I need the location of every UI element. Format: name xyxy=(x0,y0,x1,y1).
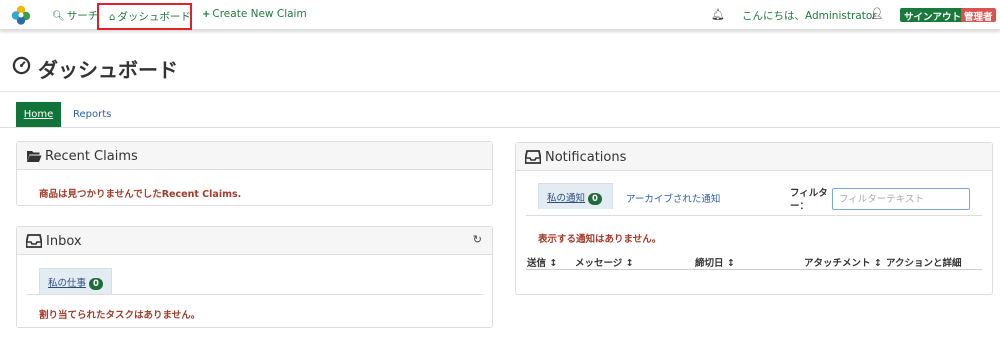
dashboard-gauge-icon xyxy=(12,56,31,75)
user-icon[interactable]: 👤︎ xyxy=(870,7,884,20)
notifications-panel: Notifications 私の通知0 アーカイブされた通知 フィルター： 表示… xyxy=(515,142,993,295)
column-header-message-label: メッセージ xyxy=(575,258,623,269)
column-header-attachment-label: アタッチメント xyxy=(804,258,871,269)
nav-dashboard-label: ダッシュボード xyxy=(117,11,191,23)
inbox-tab-divider xyxy=(27,294,483,295)
table-header-divider xyxy=(526,269,982,270)
header-divider xyxy=(0,91,1000,92)
tab-reports[interactable]: Reports xyxy=(63,102,121,127)
archived-notifications-tab[interactable]: アーカイブされた通知 xyxy=(626,191,720,205)
column-header-message[interactable]: メッセージ ↕ xyxy=(575,255,634,269)
greeting-link[interactable]: こんにちは、Administrator xyxy=(742,8,877,23)
role-badge: 管理者 xyxy=(961,8,996,23)
my-notifications-count-badge: 0 xyxy=(588,193,602,205)
tab-home[interactable]: Home xyxy=(16,102,61,127)
folder-open-icon xyxy=(27,151,42,162)
notifications-title: Notifications xyxy=(545,150,627,165)
notifications-header: Notifications xyxy=(516,143,992,171)
nav-search-label: サーチ xyxy=(66,10,99,22)
sort-icon: ↕ xyxy=(549,258,558,269)
filter-input[interactable] xyxy=(832,188,970,210)
my-tasks-count-badge: 0 xyxy=(89,278,103,290)
recent-claims-header: Recent Claims xyxy=(17,142,492,170)
column-header-sent[interactable]: 送信 ↕ xyxy=(527,255,557,269)
tab-my-notifications[interactable]: 私の通知 0 xyxy=(538,183,613,209)
inbox-panel: Inbox ↻ 私の仕事 0 割り当てられたタスクはありません。 xyxy=(16,226,493,328)
column-header-sent-label: 送信 xyxy=(527,258,547,269)
page-title: ダッシュボード xyxy=(38,58,178,82)
notifications-tab-divider xyxy=(526,215,982,216)
inbox-empty-message: 割り当てられたタスクはありません。 xyxy=(39,310,201,321)
filter-label: フィルター： xyxy=(790,188,828,212)
tabs-divider xyxy=(0,127,1000,128)
inbox-icon xyxy=(525,150,541,164)
search-icon: 🔍︎ xyxy=(52,11,65,22)
tab-my-notifications-label: 私の通知 xyxy=(547,193,586,204)
logo-icon[interactable] xyxy=(11,5,31,25)
recent-claims-title: Recent Claims xyxy=(45,149,138,164)
nav-create-label: Create New Claim xyxy=(212,8,307,20)
inbox-title: Inbox xyxy=(46,234,82,249)
inbox-header: Inbox ↻ xyxy=(17,227,492,255)
signout-button[interactable]: サインアウト xyxy=(900,8,966,23)
sort-icon: ↕ xyxy=(625,258,634,269)
recent-claims-panel: Recent Claims 商品は見つかりませんでしたRecent Claims… xyxy=(16,141,493,206)
column-header-due-date[interactable]: 締切日 ↕ xyxy=(695,255,735,269)
sort-icon: ↕ xyxy=(873,258,882,269)
column-header-attachment[interactable]: アタッチメント ↕ xyxy=(804,255,882,269)
inbox-icon xyxy=(26,234,42,248)
tab-my-tasks-label: 私の仕事 xyxy=(48,278,87,289)
refresh-icon[interactable]: ↻ xyxy=(473,233,482,246)
home-icon: ⌂ xyxy=(109,12,116,23)
top-navbar: 🔍︎ サーチ ⌂ ダッシュボード + Create New Claim 🔔︎ こんにち… xyxy=(0,0,1000,30)
column-header-actions: アクションと詳細 xyxy=(886,258,962,269)
recent-claims-empty-message: 商品は見つかりませんでしたRecent Claims. xyxy=(39,189,242,200)
plus-icon: + xyxy=(202,9,211,20)
bell-icon[interactable]: 🔔︎ xyxy=(711,8,725,21)
nav-search-link[interactable]: 🔍︎ サーチ xyxy=(52,8,98,23)
nav-dashboard-link[interactable]: ⌂ ダッシュボード xyxy=(97,3,192,30)
nav-create-claim-link[interactable]: + Create New Claim xyxy=(202,8,307,20)
tab-my-tasks[interactable]: 私の仕事 0 xyxy=(39,268,112,294)
sort-icon: ↕ xyxy=(726,258,735,269)
column-header-due-date-label: 締切日 xyxy=(695,258,724,269)
notifications-empty-message: 表示する通知はありません。 xyxy=(538,234,662,245)
